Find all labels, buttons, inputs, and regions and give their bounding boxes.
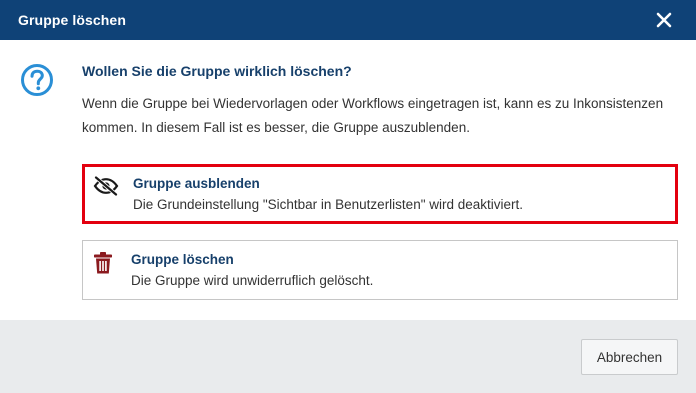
question-circle-icon: [20, 63, 54, 97]
hide-group-title: Gruppe ausblenden: [133, 176, 260, 191]
trash-icon: [92, 251, 114, 275]
delete-group-description: Die Gruppe wird unwiderruflich gelöscht.: [131, 273, 374, 288]
dialog-message: Wenn die Gruppe bei Wiedervorlagen oder …: [82, 96, 664, 135]
close-icon[interactable]: [655, 11, 673, 29]
cancel-button[interactable]: Abbrechen: [581, 339, 678, 375]
hide-group-description: Die Grundeinstellung "Sichtbar in Benutz…: [133, 197, 524, 212]
hide-group-option[interactable]: Gruppe ausblenden Die Grundeinstellung "…: [82, 164, 678, 224]
delete-group-option[interactable]: Gruppe löschen Die Gruppe wird unwiderru…: [82, 240, 678, 300]
dialog-heading: Wollen Sie die Gruppe wirklich löschen?: [82, 63, 352, 79]
delete-group-dialog: Gruppe löschen Wollen Sie die Gruppe wir…: [0, 0, 696, 393]
eye-slash-icon: [92, 175, 120, 197]
delete-group-title: Gruppe löschen: [131, 252, 234, 267]
dialog-title: Gruppe löschen: [18, 12, 126, 28]
dialog-footer: Abbrechen: [0, 320, 696, 393]
dialog-titlebar: Gruppe löschen: [0, 0, 696, 40]
